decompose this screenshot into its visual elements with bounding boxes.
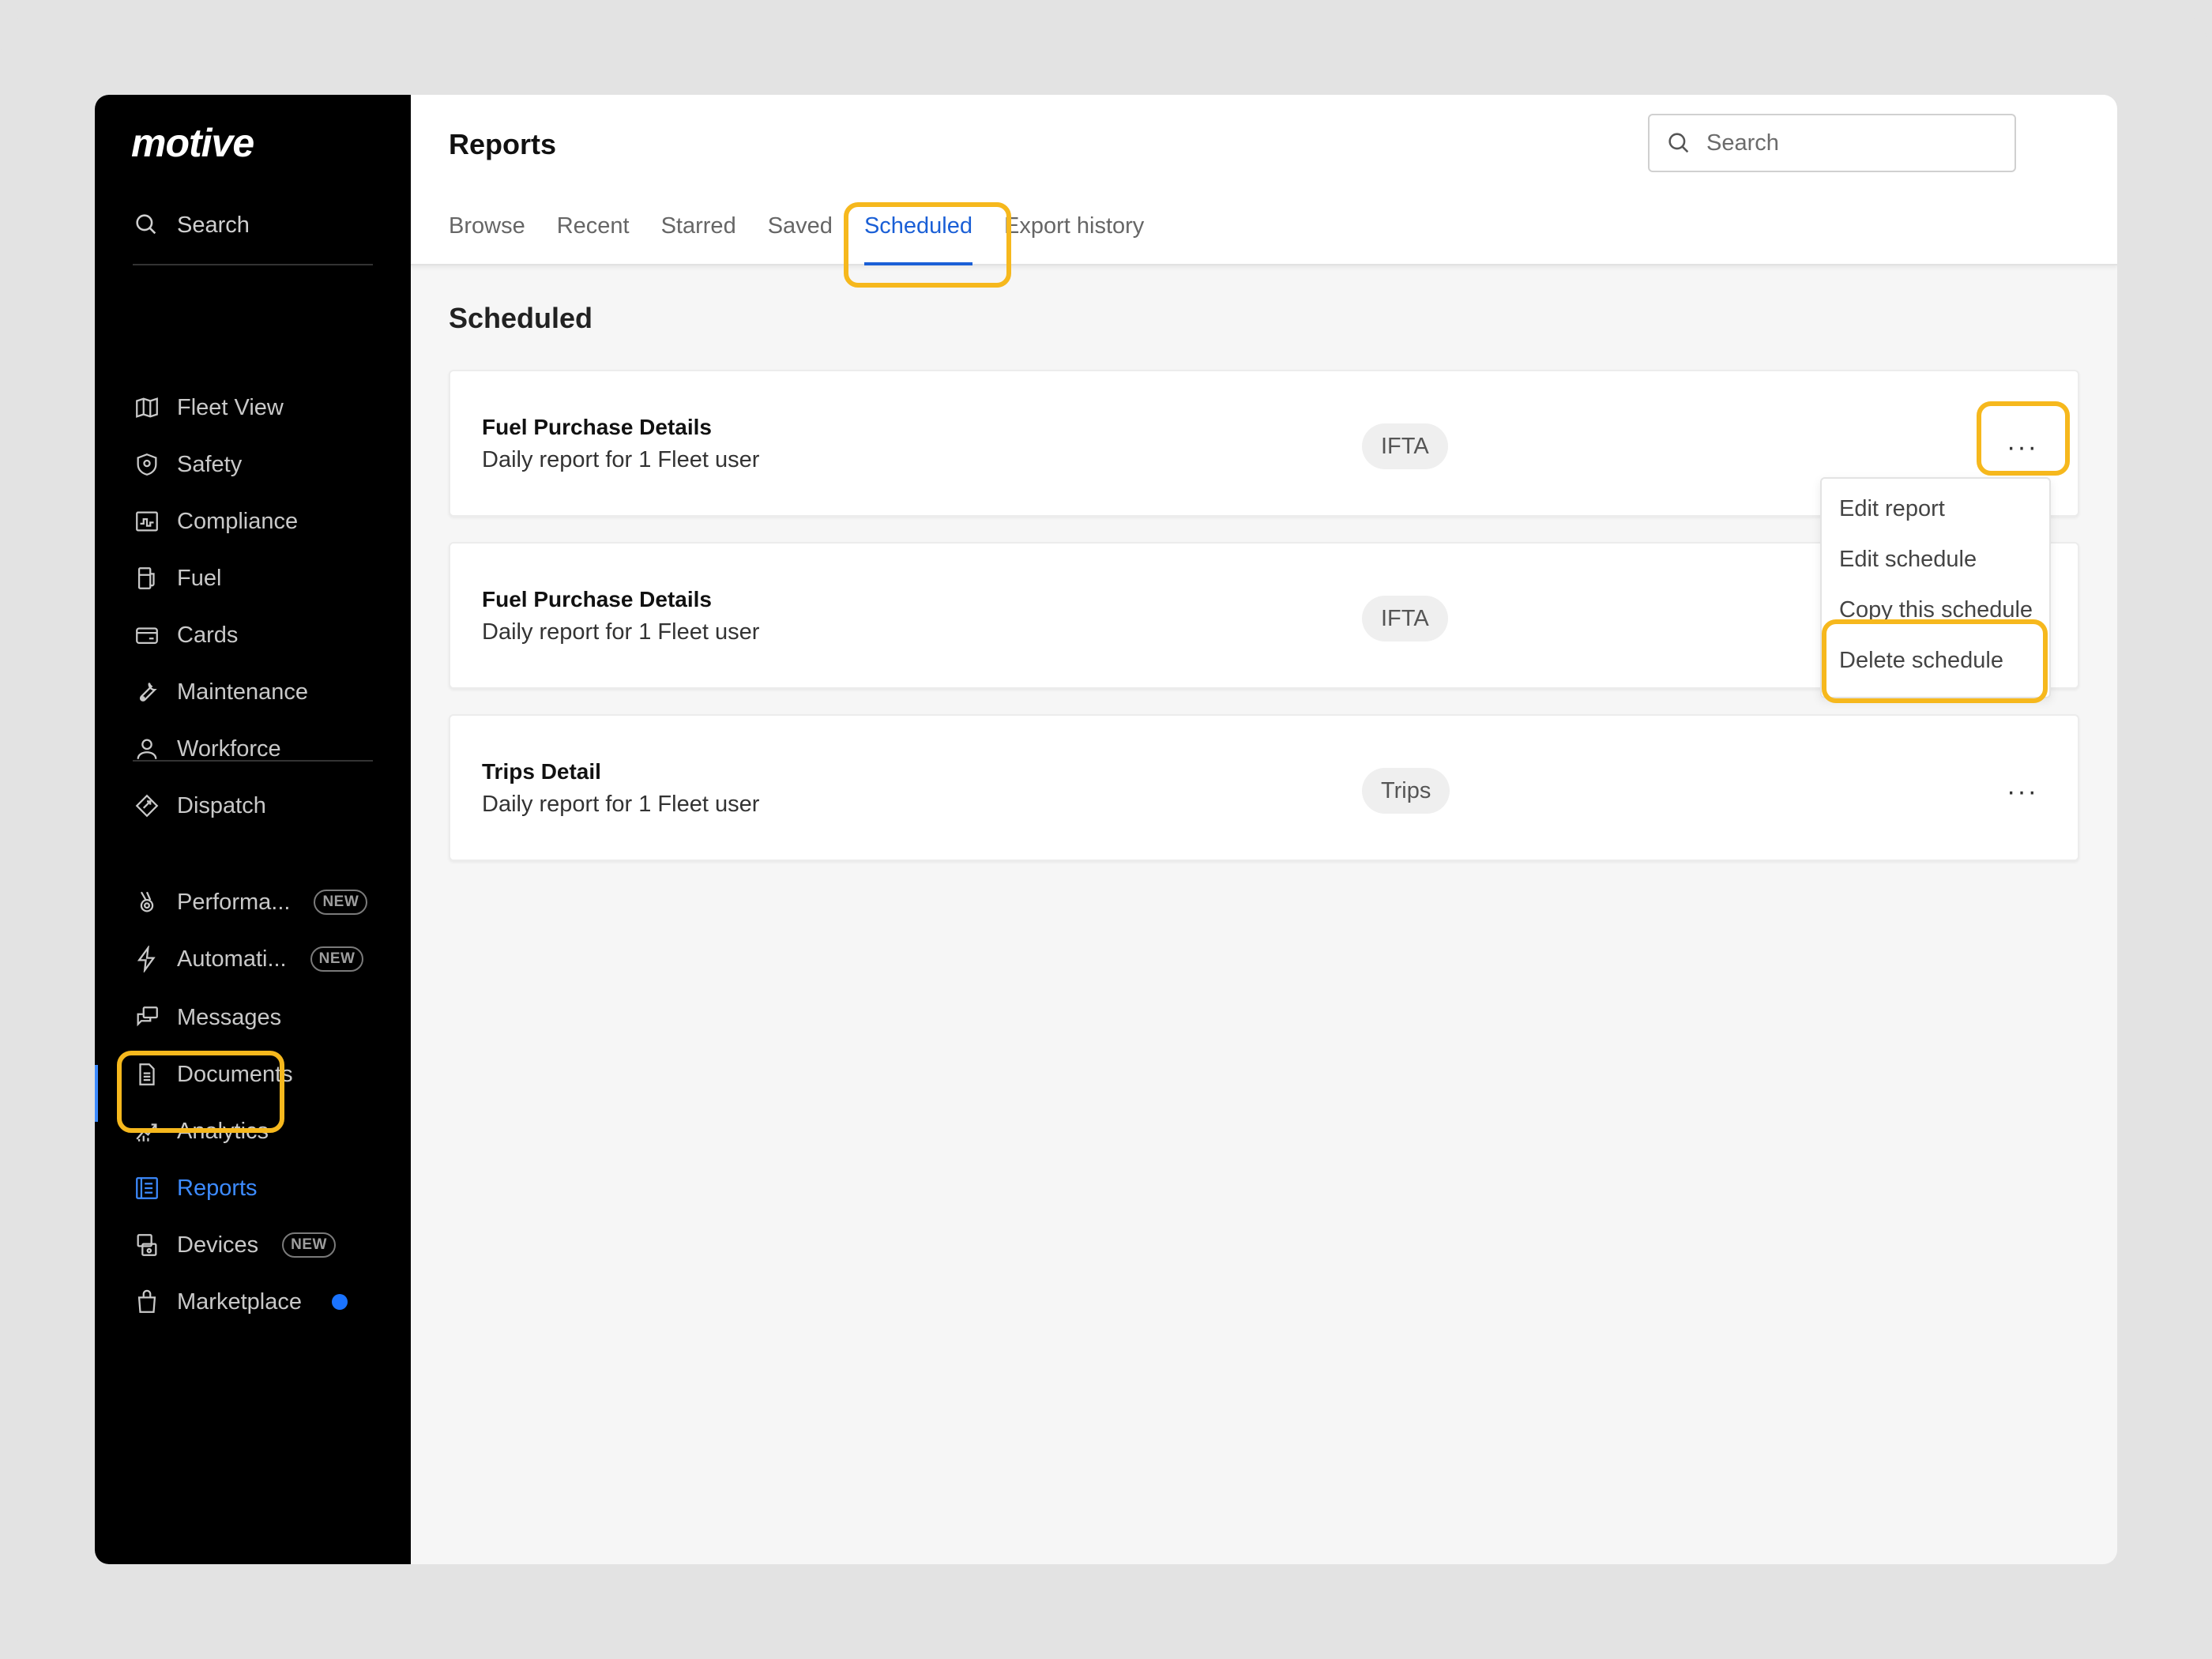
motive-logo: motive <box>131 121 254 165</box>
sidebar-item-maintenance[interactable]: Maintenance <box>133 668 386 716</box>
sidebar-item-reports[interactable]: Reports <box>133 1164 386 1212</box>
report-title: Fuel Purchase Details <box>482 415 713 439</box>
sidebar-item-devices[interactable]: Devices NEW <box>133 1221 386 1269</box>
sidebar-item-label: Safety <box>177 451 243 477</box>
search-icon <box>1668 133 1689 153</box>
sidebar-item-label: Workforce <box>177 735 281 762</box>
sidebar-item-messages[interactable]: Messages <box>133 994 386 1041</box>
sidebar-item-label: Fuel <box>177 565 222 591</box>
sidebar-item-label: Cards <box>177 622 239 648</box>
sidebar-search[interactable]: Search <box>133 201 250 249</box>
sidebar-item-fuel[interactable]: Fuel <box>133 555 386 602</box>
dispatch-icon <box>133 792 161 820</box>
search-icon <box>133 211 161 239</box>
sidebar-search-label: Search <box>177 212 250 238</box>
sidebar: motive Search Fleet View Safety Complian… <box>95 95 411 1564</box>
report-card[interactable]: Trips Detail Daily report for 1 Fleet us… <box>449 714 2079 861</box>
schedule-actions-menu: Edit report Edit schedule Copy this sche… <box>1820 477 2051 698</box>
sidebar-item-label: Fleet View <box>177 394 284 420</box>
menu-item-copy-schedule[interactable]: Copy this schedule <box>1839 597 2033 623</box>
report-title: Fuel Purchase Details <box>482 587 713 611</box>
tab-starred[interactable]: Starred <box>661 213 736 265</box>
sidebar-item-label: Documents <box>177 1061 293 1087</box>
sidebar-item-label: Messages <box>177 1004 282 1030</box>
sidebar-item-automations[interactable]: Automati... NEW <box>133 935 386 983</box>
sidebar-item-label: Performa... <box>177 889 291 915</box>
page-title: Reports <box>449 128 557 160</box>
report-title: Trips Detail <box>482 759 601 784</box>
screen-frame: motive Search Fleet View Safety Complian… <box>0 0 2212 1659</box>
person-icon <box>133 735 161 763</box>
document-icon <box>133 1060 161 1089</box>
sidebar-item-label: Dispatch <box>177 792 266 818</box>
tab-scheduled[interactable]: Scheduled <box>863 213 973 265</box>
report-subtitle: Daily report for 1 Fleet user <box>482 792 760 817</box>
sidebar-item-label: Maintenance <box>177 679 309 705</box>
report-subtitle: Daily report for 1 Fleet user <box>482 619 760 645</box>
notification-dot <box>331 1294 348 1310</box>
menu-item-edit-report[interactable]: Edit report <box>1839 496 1945 522</box>
sidebar-item-marketplace[interactable]: Marketplace <box>133 1278 386 1326</box>
more-options-button[interactable]: ··· <box>1999 423 2046 471</box>
search-input[interactable]: Search <box>1648 114 2016 172</box>
bag-icon <box>133 1288 161 1316</box>
messages-icon <box>133 1003 161 1032</box>
menu-item-edit-schedule[interactable]: Edit schedule <box>1839 547 1977 573</box>
sidebar-divider <box>133 264 373 265</box>
sidebar-divider <box>133 760 373 762</box>
section-title: Scheduled <box>449 302 593 334</box>
reports-icon <box>133 1174 161 1202</box>
sidebar-item-compliance[interactable]: Compliance <box>133 498 386 545</box>
sidebar-item-cards[interactable]: Cards <box>133 611 386 659</box>
sidebar-item-label: Compliance <box>177 508 299 534</box>
shield-icon <box>133 450 161 479</box>
sidebar-item-label: Marketplace <box>177 1288 302 1315</box>
tab-recent[interactable]: Recent <box>557 213 630 265</box>
sidebar-item-documents[interactable]: Documents <box>133 1051 386 1098</box>
medal-icon <box>133 888 161 916</box>
sidebar-item-fleet-view[interactable]: Fleet View <box>133 384 386 431</box>
active-indicator <box>95 1065 98 1122</box>
tab-saved[interactable]: Saved <box>768 213 833 265</box>
category-tag: Trips <box>1362 768 1450 814</box>
sidebar-item-label: Automati... <box>177 946 287 972</box>
tab-browse[interactable]: Browse <box>449 213 525 265</box>
devices-icon <box>133 1231 161 1259</box>
app-window: motive Search Fleet View Safety Complian… <box>95 95 2117 1564</box>
search-placeholder: Search <box>1706 130 1779 156</box>
analytics-icon <box>133 1117 161 1146</box>
card-icon <box>133 621 161 649</box>
category-tag: IFTA <box>1362 423 1448 469</box>
tab-export-history[interactable]: Export history <box>1004 213 1144 265</box>
fuel-icon <box>133 564 161 592</box>
page-header: Reports Search Browse Recent Starred Sav… <box>411 95 2117 265</box>
more-options-button[interactable]: ··· <box>1999 768 2046 815</box>
sidebar-item-dispatch[interactable]: Dispatch <box>133 782 386 830</box>
sidebar-item-safety[interactable]: Safety <box>133 441 386 488</box>
menu-item-delete-schedule[interactable]: Delete schedule <box>1839 648 2003 674</box>
lightning-icon <box>133 945 161 973</box>
category-tag: IFTA <box>1362 596 1448 641</box>
compliance-icon <box>133 507 161 536</box>
sidebar-item-performance[interactable]: Performa... NEW <box>133 878 386 926</box>
new-badge: NEW <box>314 890 368 915</box>
sidebar-item-workforce[interactable]: Workforce <box>133 725 386 773</box>
sidebar-item-analytics[interactable]: Analytics <box>133 1108 386 1155</box>
wrench-icon <box>133 678 161 706</box>
sidebar-item-label: Devices <box>177 1232 259 1258</box>
tab-bar: Browse Recent Starred Saved Scheduled Ex… <box>449 213 1176 265</box>
sidebar-item-label: Reports <box>177 1175 258 1201</box>
report-subtitle: Daily report for 1 Fleet user <box>482 447 760 472</box>
sidebar-item-label: Analytics <box>177 1118 269 1144</box>
new-badge: NEW <box>310 946 364 972</box>
new-badge: NEW <box>282 1232 336 1258</box>
map-icon <box>133 393 161 422</box>
